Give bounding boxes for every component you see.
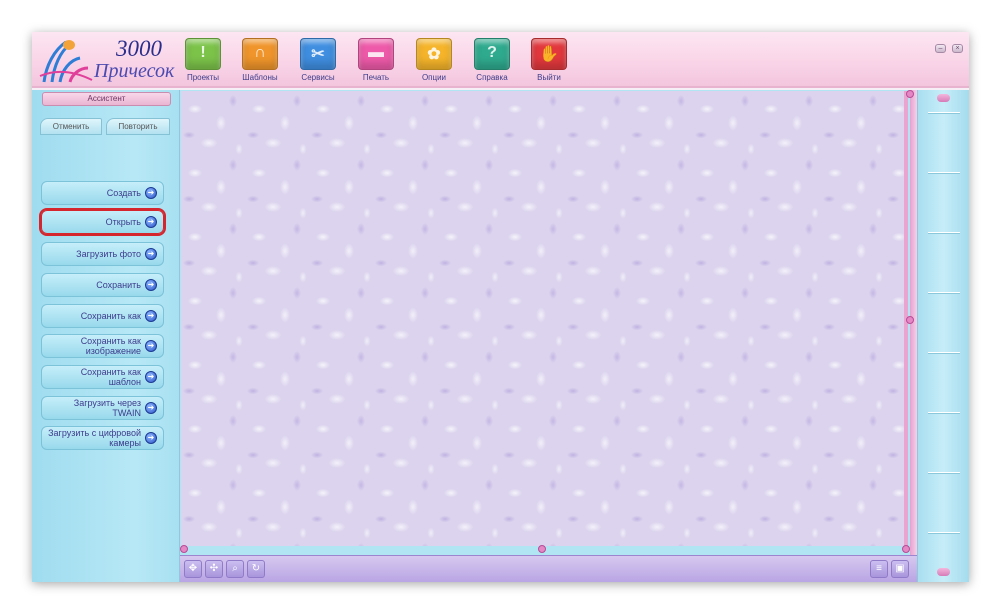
canvas-side-handle[interactable] — [906, 316, 914, 324]
move-icon[interactable]: ✥ — [184, 560, 202, 578]
workspace-frame — [180, 90, 917, 555]
minimize-icon: – — [938, 45, 943, 52]
load-camera-button-label: Загрузить с цифровой камеры — [48, 428, 141, 448]
load-photo-button[interactable]: Загрузить фото ➜ — [41, 242, 164, 266]
toolbar-help-label: Справка — [476, 73, 508, 82]
minimize-button[interactable]: – — [935, 44, 946, 53]
services-icon: ✂ — [300, 38, 336, 70]
canvas-corner-handle[interactable] — [902, 545, 910, 553]
toolbar-print-button[interactable]: ▬ Печать — [349, 38, 403, 86]
arrow-right-icon: ➜ — [145, 248, 157, 260]
templates-icon: ∩ — [242, 38, 278, 70]
logo-word: Причесок — [94, 60, 175, 82]
toolbar-templates-button[interactable]: ∩ Шаблоны — [233, 38, 287, 86]
assistant-header-button[interactable]: Ассистент — [42, 92, 171, 106]
scroll-up-icon[interactable] — [937, 94, 950, 102]
load-camera-button[interactable]: Загрузить с цифровой камеры ➜ — [41, 426, 164, 450]
toolbar-services-button[interactable]: ✂ Сервисы — [291, 38, 345, 86]
ruler-tick — [928, 232, 960, 233]
create-button-label: Создать — [106, 188, 141, 198]
save-as-button[interactable]: Сохранить как ➜ — [41, 304, 164, 328]
toolbar-print-label: Печать — [362, 73, 390, 82]
toolbar-services-label: Сервисы — [301, 73, 335, 82]
save-as-image-button[interactable]: Сохранить как изображение ➜ — [41, 334, 164, 358]
ruler-tick — [928, 172, 960, 173]
arrow-right-icon: ➜ — [145, 187, 157, 199]
rotate-icon[interactable]: ↻ — [247, 560, 265, 578]
canvas-bottom-handle[interactable] — [538, 545, 546, 553]
arrow-right-icon: ➜ — [145, 279, 157, 291]
app-logo: 3000 Причесок — [36, 34, 176, 86]
toolbar-templates-label: Шаблоны — [242, 73, 278, 82]
ruler-tick — [928, 472, 960, 473]
arrow-right-icon: ➜ — [145, 340, 157, 352]
save-as-image-button-label: Сохранить как изображение — [80, 336, 141, 356]
app-window: 3000 Причесок ! Проекты ∩ Шаблоны ✂ Серв… — [32, 32, 969, 582]
canvas-corner-handle[interactable] — [906, 90, 914, 98]
scroll-down-icon[interactable] — [937, 568, 950, 576]
save-button-label: Сохранить — [96, 280, 141, 290]
help-icon: ? — [474, 38, 510, 70]
ruler-tick — [928, 532, 960, 533]
logo-number: 3000 — [116, 36, 162, 61]
save-as-template-button[interactable]: Сохранить как шаблон ➜ — [41, 365, 164, 389]
pan-icon[interactable]: ✣ — [205, 560, 223, 578]
open-button-label: Открыть — [105, 217, 141, 227]
arrow-right-icon: ➜ — [145, 371, 157, 383]
toolbar-exit-button[interactable]: ✋ Выйти — [522, 38, 576, 86]
redo-tab[interactable]: Повторить — [106, 118, 170, 135]
layout-icon[interactable]: ▣ — [891, 560, 909, 578]
ruler-tick — [928, 412, 960, 413]
arrow-right-icon: ➜ — [145, 216, 157, 228]
vertical-ruler[interactable] — [917, 90, 969, 582]
toolbar-projects-label: Проекты — [186, 73, 220, 82]
ruler-tick — [928, 352, 960, 353]
close-button[interactable]: × — [952, 44, 963, 53]
assistant-sidebar: Ассистент Отменить Повторить Создать ➜ О… — [32, 90, 180, 582]
arrow-right-icon: ➜ — [145, 402, 157, 414]
ruler-tick — [928, 292, 960, 293]
main-toolbar: 3000 Причесок ! Проекты ∩ Шаблоны ✂ Серв… — [32, 32, 969, 88]
print-icon: ▬ — [358, 38, 394, 70]
create-button[interactable]: Создать ➜ — [41, 181, 164, 205]
list-icon[interactable]: ≡ — [870, 560, 888, 578]
save-as-button-label: Сохранить как — [80, 311, 141, 321]
toolbar-projects-button[interactable]: ! Проекты — [176, 38, 230, 86]
projects-icon: ! — [185, 38, 221, 70]
editing-canvas[interactable] — [181, 91, 908, 546]
close-icon: × — [955, 45, 960, 52]
logo-figure-icon — [39, 40, 93, 83]
toolbar-options-button[interactable]: ✿ Опции — [407, 38, 461, 86]
canvas-corner-handle[interactable] — [180, 545, 188, 553]
save-as-template-button-label: Сохранить как шаблон — [80, 367, 141, 387]
options-icon: ✿ — [416, 38, 452, 70]
arrow-right-icon: ➜ — [145, 310, 157, 322]
ruler-tick — [928, 112, 960, 113]
load-twain-button-label: Загрузить через TWAIN — [73, 398, 141, 418]
arrow-right-icon: ➜ — [145, 432, 157, 444]
load-twain-button[interactable]: Загрузить через TWAIN ➜ — [41, 396, 164, 420]
toolbar-exit-label: Выйти — [537, 73, 561, 82]
zoom-icon[interactable]: ⌕ — [226, 560, 244, 578]
load-photo-button-label: Загрузить фото — [76, 249, 141, 259]
bottom-toolbar: ✥ ✣ ⌕ ↻ ≡ ▣ — [180, 555, 917, 582]
toolbar-help-button[interactable]: ? Справка — [465, 38, 519, 86]
open-button[interactable]: Открыть ➜ — [41, 210, 164, 234]
save-button[interactable]: Сохранить ➜ — [41, 273, 164, 297]
toolbar-options-label: Опции — [421, 73, 447, 82]
undo-tab[interactable]: Отменить — [40, 118, 102, 135]
exit-icon: ✋ — [531, 38, 567, 70]
